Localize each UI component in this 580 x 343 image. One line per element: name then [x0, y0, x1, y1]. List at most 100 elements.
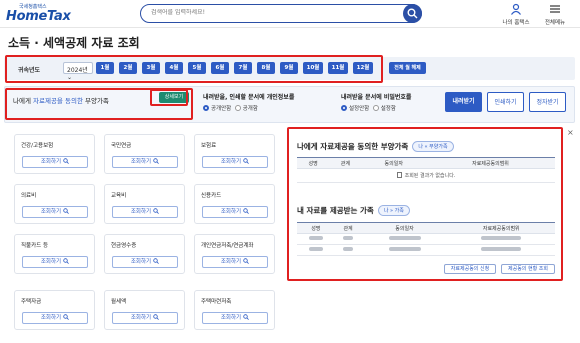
- month-button-1[interactable]: 1월: [96, 62, 114, 74]
- lookup-button[interactable]: 조회하기: [22, 156, 88, 168]
- col-consent-scope: 자료제공동의범위: [447, 222, 555, 234]
- lookup-button[interactable]: 조회하기: [112, 256, 178, 268]
- card-title: 국민연금: [111, 143, 132, 149]
- col-name: 성명: [297, 222, 335, 234]
- electronic-receive-button[interactable]: 정자받기: [529, 92, 566, 112]
- search-button[interactable]: [403, 3, 422, 23]
- password-option-title: 내려받을 문서에 비밀번호를: [341, 94, 412, 101]
- radio-public[interactable]: [234, 105, 241, 111]
- card-title: 교육비: [111, 193, 127, 199]
- card-title: 신용카드: [201, 193, 222, 199]
- lookup-button[interactable]: 조회하기: [22, 206, 88, 218]
- clear-all-months-button[interactable]: 전체 월 해제: [389, 62, 426, 74]
- hamburger-menu-icon: [550, 5, 560, 13]
- detail-view-button[interactable]: 상세보기: [159, 92, 189, 103]
- card-title: 직불카드 등: [21, 243, 49, 249]
- month-button-11[interactable]: 11월: [328, 62, 348, 74]
- blurred-cell: [297, 244, 335, 256]
- radio-set-password[interactable]: [372, 105, 379, 111]
- month-button-5[interactable]: 5월: [188, 62, 206, 74]
- all-menu-label: 전체메뉴: [544, 20, 566, 26]
- radio-no-password[interactable]: [341, 105, 347, 111]
- lookup-button[interactable]: 조회하기: [112, 312, 178, 324]
- all-menu-button[interactable]: 전체메뉴: [540, 3, 570, 26]
- download-button[interactable]: 내려받기: [445, 92, 482, 112]
- col-relation: 관계: [334, 222, 362, 234]
- my-hometax-label: 나의 홈택스: [502, 20, 530, 26]
- lookup-button[interactable]: 조회하기: [112, 206, 178, 218]
- year-month-bar: 귀속년도 2024년 ⌄ 1월 2월 3월 4월 5월 6월 7월 8월 9월 …: [4, 57, 575, 81]
- section2-title-text: 내 자료를 제공받는 가족: [297, 206, 374, 215]
- lookup-button-label: 조회하기: [40, 315, 62, 321]
- lookup-button[interactable]: 조회하기: [202, 312, 268, 324]
- category-card-monthly-rent: 월세액 조회하기: [104, 290, 185, 330]
- dependents-tag: 나 « 부양가족: [412, 141, 454, 152]
- category-card-housing-fund: 주택자금 조회하기: [14, 290, 95, 330]
- radio-private[interactable]: [203, 105, 209, 111]
- category-card-education: 교육비 조회하기: [104, 184, 185, 224]
- card-title: 개인연금저축/연금계좌: [201, 243, 254, 249]
- my-hometax-button[interactable]: 나의 홈택스: [501, 3, 531, 26]
- card-title: 건강/고용보험: [21, 143, 54, 149]
- month-button-7[interactable]: 7월: [234, 62, 252, 74]
- category-card-cash-receipt: 현금영수증 조회하기: [104, 234, 185, 274]
- page-title: 소득 · 세액공제 자료 조회: [8, 36, 140, 50]
- search-icon: [153, 158, 160, 164]
- close-icon[interactable]: ×: [567, 128, 574, 137]
- radio-set-password-label: 설정함: [380, 106, 396, 112]
- card-title: 현금영수증: [111, 243, 137, 249]
- lookup-button-label: 조회하기: [220, 259, 242, 265]
- lookup-button-label: 조회하기: [40, 209, 62, 215]
- print-button[interactable]: 인쇄하기: [487, 92, 524, 112]
- section1-title-text: 나에게 자료제공을 동의한 부양가족: [297, 142, 409, 151]
- consent-title-highlight: 자료제공을 동의한: [33, 97, 83, 105]
- month-button-9[interactable]: 9월: [280, 62, 298, 74]
- hometax-logo[interactable]: 국세청홈택스 HomeTax: [6, 3, 71, 23]
- search-icon: [243, 208, 250, 214]
- month-button-6[interactable]: 6월: [211, 62, 229, 74]
- lookup-button[interactable]: 조회하기: [112, 156, 178, 168]
- category-card-insurance: 보험료 조회하기: [194, 134, 275, 174]
- lookup-button-label: 조회하기: [220, 315, 242, 321]
- month-button-8[interactable]: 8월: [257, 62, 275, 74]
- blurred-cell: [361, 244, 448, 256]
- month-button-12[interactable]: 12월: [353, 62, 373, 74]
- consent-apply-button[interactable]: 자료제공동의 신청: [444, 264, 496, 274]
- category-card-pension-savings: 개인연금저축/연금계좌 조회하기: [194, 234, 275, 274]
- family-consent-panel: 나에게 자료제공을 동의한 부양가족 나 « 부양가족 성명 관계 동의일자 자료…: [288, 128, 562, 280]
- search-icon: [407, 8, 418, 18]
- month-button-10[interactable]: 10월: [303, 62, 323, 74]
- search-input[interactable]: [151, 9, 391, 16]
- lookup-button-label: 조회하기: [130, 315, 152, 321]
- consent-status-button[interactable]: 제공동의 현황 조회: [501, 264, 555, 274]
- month-button-3[interactable]: 3월: [142, 62, 160, 74]
- family-tag: 나 » 가족: [377, 205, 410, 216]
- month-button-4[interactable]: 4월: [165, 62, 183, 74]
- lookup-button-label: 조회하기: [130, 259, 152, 265]
- radio-no-password-label: 설정안함: [349, 106, 370, 112]
- lookup-button[interactable]: 조회하기: [202, 206, 268, 218]
- lookup-button[interactable]: 조회하기: [22, 256, 88, 268]
- month-button-2[interactable]: 2월: [119, 62, 137, 74]
- lookup-button-label: 조회하기: [220, 159, 242, 165]
- lookup-button[interactable]: 조회하기: [22, 312, 88, 324]
- user-icon: [511, 3, 521, 15]
- lookup-button[interactable]: 조회하기: [202, 156, 268, 168]
- table-header-row: 성명 관계 동의일자 자료제공동의범위: [297, 222, 555, 234]
- year-select[interactable]: 2024년 ⌄: [63, 62, 93, 81]
- lookup-button-label: 조회하기: [40, 259, 62, 265]
- lookup-button-label: 조회하기: [130, 159, 152, 165]
- table-row: [297, 233, 555, 245]
- top-header: 국세청홈택스 HomeTax 나의 홈택스 전체메뉴: [0, 0, 580, 28]
- lookup-button-label: 조회하기: [40, 159, 62, 165]
- search-icon: [153, 258, 160, 264]
- logo-title: HomeTax: [6, 9, 71, 24]
- blurred-cell: [297, 233, 335, 245]
- category-card-credit-card: 신용카드 조회하기: [194, 184, 275, 224]
- search-icon: [243, 158, 250, 164]
- year-select-value: 2024년: [67, 67, 88, 74]
- lookup-button[interactable]: 조회하기: [202, 256, 268, 268]
- radio-private-label: 공개안함: [211, 106, 232, 112]
- card-title: 의료비: [21, 193, 37, 199]
- blurred-cell: [334, 233, 362, 245]
